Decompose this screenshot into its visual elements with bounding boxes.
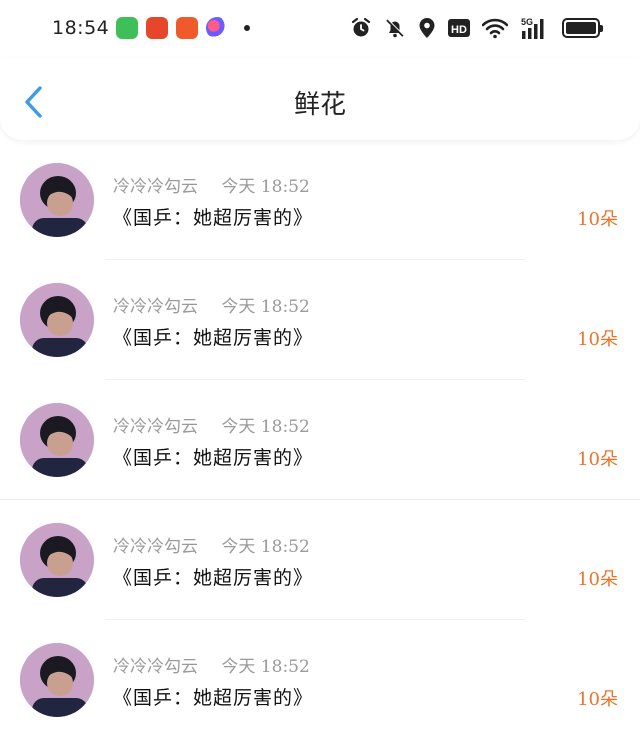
avatar[interactable] xyxy=(20,163,94,237)
username: 冷冷冷勾云 xyxy=(113,537,198,557)
multicolor-app-icon xyxy=(206,17,228,39)
message-text: 《国乒：她超厉害的》 xyxy=(113,567,314,589)
item-meta: 冷冷冷勾云 今天 18:52 xyxy=(113,532,310,557)
item-meta: 冷冷冷勾云 今天 18:52 xyxy=(113,172,310,197)
message-text: 《国乒：她超厉害的》 xyxy=(113,207,314,229)
message-text: 《国乒：她超厉害的》 xyxy=(113,327,314,349)
username: 冷冷冷勾云 xyxy=(113,297,198,317)
video-icon xyxy=(146,17,168,39)
flower-count: 10朵 xyxy=(577,209,618,230)
signal-5g-icon: 5G xyxy=(521,17,544,39)
avatar-image xyxy=(20,523,94,597)
location-icon xyxy=(419,18,435,38)
timestamp: 今天 18:52 xyxy=(221,657,310,677)
divider xyxy=(105,619,525,620)
list-item[interactable]: 冷冷冷勾云 今天 18:52 《国乒：她超厉害的》 10朵 xyxy=(0,145,640,265)
divider xyxy=(105,259,525,260)
battery-icon xyxy=(562,18,603,38)
flower-count: 10朵 xyxy=(577,689,618,710)
mute-bell-icon xyxy=(386,18,405,38)
svg-text:5G: 5G xyxy=(521,17,533,27)
item-meta: 冷冷冷勾云 今天 18:52 xyxy=(113,292,310,317)
divider xyxy=(105,379,525,380)
flower-count: 10朵 xyxy=(577,329,618,350)
timestamp: 今天 18:52 xyxy=(221,297,310,317)
list-item[interactable]: 冷冷冷勾云 今天 18:52 《国乒：她超厉害的》 10朵 xyxy=(0,265,640,385)
hd-icon: HD xyxy=(448,19,470,37)
notification-icons xyxy=(116,17,250,39)
timestamp: 今天 18:52 xyxy=(221,417,310,437)
wifi-icon xyxy=(482,18,508,39)
message-text: 《国乒：她超厉害的》 xyxy=(113,687,314,709)
status-bar: 18:54 HD 5G xyxy=(0,0,640,58)
flower-list: 冷冷冷勾云 今天 18:52 《国乒：她超厉害的》 10朵 冷冷冷勾云 今天 1… xyxy=(0,145,640,737)
header: 鲜花 xyxy=(0,58,640,140)
message-text: 《国乒：她超厉害的》 xyxy=(113,447,314,469)
list-item[interactable]: 冷冷冷勾云 今天 18:52 《国乒：她超厉害的》 10朵 xyxy=(0,625,640,737)
username: 冷冷冷勾云 xyxy=(113,177,198,197)
more-notifications-dot xyxy=(244,25,250,31)
svg-text:HD: HD xyxy=(451,24,467,36)
avatar[interactable] xyxy=(20,523,94,597)
avatar[interactable] xyxy=(20,283,94,357)
alarm-icon xyxy=(351,17,371,37)
item-meta: 冷冷冷勾云 今天 18:52 xyxy=(113,412,310,437)
page-title: 鲜花 xyxy=(293,90,346,120)
flower-count: 10朵 xyxy=(577,449,618,470)
flower-count: 10朵 xyxy=(577,569,618,590)
system-icons: HD 5G xyxy=(350,16,603,40)
avatar[interactable] xyxy=(20,643,94,717)
avatar-image xyxy=(20,643,94,717)
username: 冷冷冷勾云 xyxy=(113,417,198,437)
avatar[interactable] xyxy=(20,403,94,477)
avatar-image xyxy=(20,283,94,357)
timestamp: 今天 18:52 xyxy=(221,177,310,197)
item-meta: 冷冷冷勾云 今天 18:52 xyxy=(113,652,310,677)
reader-icon xyxy=(176,17,198,39)
list-item[interactable]: 冷冷冷勾云 今天 18:52 《国乒：她超厉害的》 10朵 xyxy=(0,505,640,625)
username: 冷冷冷勾云 xyxy=(113,657,198,677)
timestamp: 今天 18:52 xyxy=(221,537,310,557)
messages-icon xyxy=(116,17,138,39)
avatar-image xyxy=(20,163,94,237)
list-item[interactable]: 冷冷冷勾云 今天 18:52 《国乒：她超厉害的》 10朵 xyxy=(0,385,640,505)
divider xyxy=(0,499,640,500)
avatar-image xyxy=(20,403,94,477)
status-time: 18:54 xyxy=(52,17,110,39)
